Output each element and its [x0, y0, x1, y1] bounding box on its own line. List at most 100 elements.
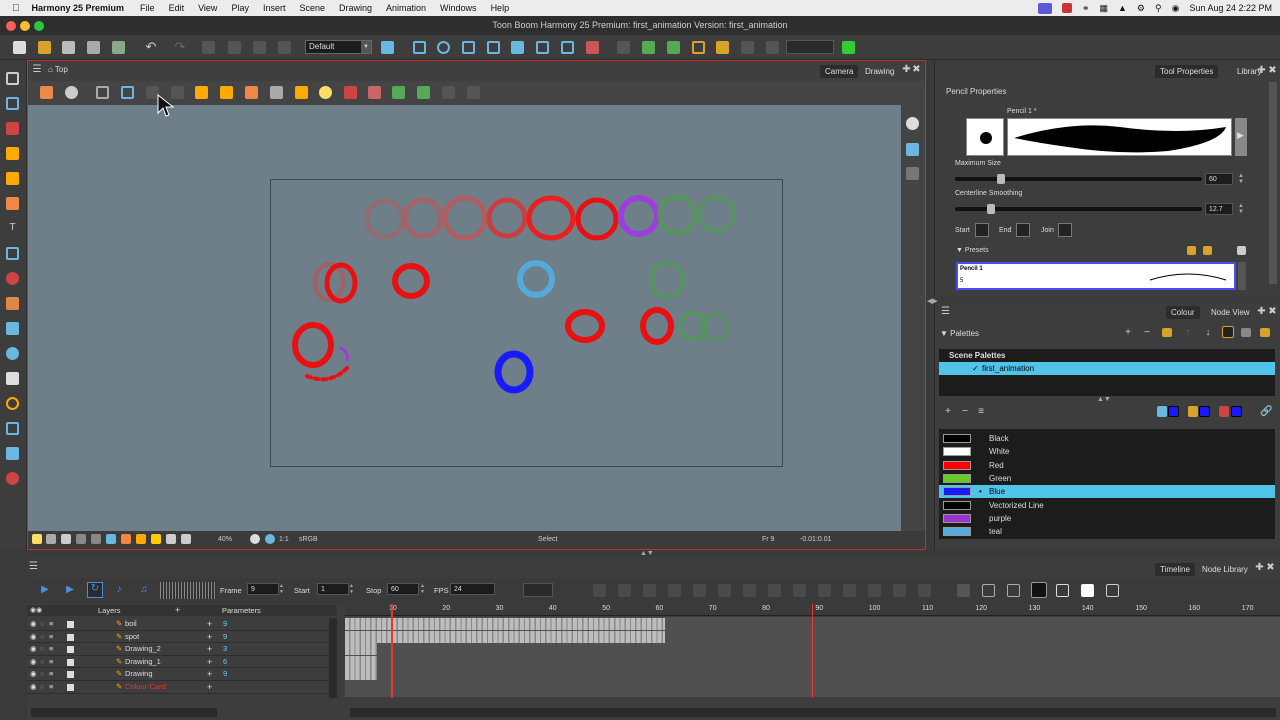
brush-color-swatch[interactable]	[1199, 406, 1210, 417]
cell-view-icon[interactable]	[982, 584, 995, 597]
menu-windows[interactable]: Windows	[440, 3, 477, 13]
vertical-splitter-icon[interactable]: ▲▼	[640, 550, 654, 557]
save-as-icon[interactable]	[87, 41, 100, 54]
layer-add-icon[interactable]: +	[207, 618, 212, 631]
presets-header[interactable]: ▼ Presets	[956, 247, 989, 254]
smoothing-knob[interactable]	[987, 204, 996, 214]
key-icon-4[interactable]	[668, 584, 681, 597]
key-icon-10[interactable]	[818, 584, 831, 597]
layer-solo-icon[interactable]: ○	[40, 643, 45, 656]
status-icon-10[interactable]	[181, 534, 191, 544]
tab-node-library[interactable]: Node Library	[1197, 563, 1253, 576]
wifi-icon[interactable]: ▲	[1118, 3, 1127, 13]
status-icon-8[interactable]	[151, 534, 161, 544]
layer-solo-icon[interactable]: ○	[40, 668, 45, 681]
scale-icon[interactable]	[462, 41, 475, 54]
layer-row[interactable]: ◉ ○ ≡ ✎ spot +9	[27, 631, 337, 644]
display-mode-2-icon[interactable]	[1056, 584, 1069, 597]
status-icon-6[interactable]	[121, 534, 131, 544]
layer-cells[interactable]	[345, 655, 377, 668]
layer-add-icon[interactable]: +	[207, 643, 212, 656]
colour-menu-icon[interactable]: ☰	[941, 306, 950, 318]
onion-timeline-icon[interactable]	[957, 584, 970, 597]
preview-arrow-button[interactable]: ▶	[1235, 118, 1247, 156]
drawing-canvas[interactable]	[28, 93, 901, 531]
pixel-ratio[interactable]: 1:1	[279, 536, 289, 543]
spline-offset-icon[interactable]	[536, 41, 549, 54]
animate-mode-icon[interactable]	[40, 86, 53, 99]
move-up-icon[interactable]: ↑	[1183, 327, 1193, 339]
start-cap-button[interactable]	[975, 223, 989, 237]
add-colour-panel-icon[interactable]: ✚	[1257, 306, 1266, 318]
safe-area-view-icon[interactable]	[121, 86, 134, 99]
close-colour-panel-icon[interactable]: ✖	[1268, 306, 1277, 318]
paint-tool-icon[interactable]	[6, 272, 19, 285]
status-icon-5[interactable]	[106, 534, 116, 544]
menu-view[interactable]: View	[198, 3, 217, 13]
layer-eye-icon[interactable]: ◉	[30, 668, 37, 681]
layer-lock-icon[interactable]: ≡	[49, 681, 53, 694]
display-mode-1-icon[interactable]	[1031, 582, 1047, 598]
light-bulb-icon[interactable]	[32, 534, 42, 544]
play-icon[interactable]: ▶	[39, 584, 51, 596]
creative-cloud-icon[interactable]: ⚭	[1082, 3, 1090, 14]
new-preset-icon[interactable]	[1187, 246, 1196, 255]
add-view-icon[interactable]: ✚	[902, 64, 911, 76]
key-icon-5[interactable]	[693, 584, 706, 597]
stop-field[interactable]: 60	[387, 583, 419, 595]
tab-node-view[interactable]: Node View	[1206, 306, 1255, 319]
palette-folder-icon[interactable]	[1162, 328, 1172, 337]
zoom-tool-icon[interactable]	[6, 372, 19, 385]
smoothing-field[interactable]: 12.7	[1205, 203, 1233, 215]
frame-stepper[interactable]: ▲ ▼	[279, 583, 284, 595]
layer-name[interactable]: Drawing_1	[125, 656, 161, 669]
close-window-icon[interactable]	[6, 21, 16, 31]
menu-drawing[interactable]: Drawing	[339, 3, 372, 13]
workspace-manager-icon[interactable]	[381, 41, 394, 54]
transform-icon[interactable]	[413, 41, 426, 54]
motion-icon[interactable]	[586, 41, 599, 54]
layer-solo-icon[interactable]: ○	[40, 631, 45, 644]
remove-palette-icon[interactable]: −	[1142, 327, 1152, 339]
contour-editor-icon[interactable]	[6, 97, 19, 110]
layer-lock-icon[interactable]: ≡	[49, 618, 53, 631]
brush-tool-icon[interactable]	[6, 122, 19, 135]
status-icon-4[interactable]	[91, 534, 101, 544]
grid-view-icon[interactable]	[96, 86, 109, 99]
layer-solo-icon[interactable]: ○	[40, 618, 45, 631]
loop-icon[interactable]: ↻	[87, 582, 103, 598]
swatch-row[interactable]: purple	[939, 512, 1275, 525]
dropper-tool-icon[interactable]	[6, 297, 19, 310]
swatch-row[interactable]: Black	[939, 432, 1275, 445]
swatch-paint-icon[interactable]	[1219, 406, 1229, 417]
copy-icon[interactable]	[228, 41, 241, 54]
preset-menu-icon[interactable]	[1237, 246, 1246, 255]
layer-name[interactable]: Drawing_2	[125, 643, 161, 656]
layer-eye-icon[interactable]: ◉	[30, 643, 37, 656]
layers-icon[interactable]	[906, 143, 919, 156]
line-icon[interactable]	[270, 86, 283, 99]
close-timeline-panel-icon[interactable]: ✖	[1266, 562, 1275, 574]
layer-lock-icon[interactable]: ≡	[49, 643, 53, 656]
palette-edit-icon[interactable]	[1241, 328, 1251, 337]
key-icon-9[interactable]	[793, 584, 806, 597]
close-view-icon[interactable]: ✖	[912, 64, 921, 76]
link-icon[interactable]: 🔗	[1260, 406, 1272, 418]
menu-animation[interactable]: Animation	[386, 3, 426, 13]
pink-layer-icon[interactable]	[368, 86, 381, 99]
view-settings-icon[interactable]	[250, 534, 260, 544]
key-icon-7[interactable]	[743, 584, 756, 597]
key-icon-13[interactable]	[893, 584, 906, 597]
eraser-tool-icon[interactable]	[6, 197, 19, 210]
new-scene-icon[interactable]	[13, 41, 26, 54]
morph-tool-icon[interactable]	[6, 397, 19, 410]
playback-speed-slider[interactable]	[160, 582, 216, 599]
skew-icon[interactable]	[487, 41, 500, 54]
unlock-icon[interactable]	[220, 86, 233, 99]
add-timeline-panel-icon[interactable]: ✚	[1255, 562, 1264, 574]
zoom-level[interactable]: 40%	[218, 536, 232, 543]
menu-scene[interactable]: Scene	[299, 3, 325, 13]
red-layer-icon[interactable]	[344, 86, 357, 99]
status-icon-1[interactable]	[46, 534, 56, 544]
clock[interactable]: Sun Aug 24 2:22 PM	[1189, 3, 1272, 13]
